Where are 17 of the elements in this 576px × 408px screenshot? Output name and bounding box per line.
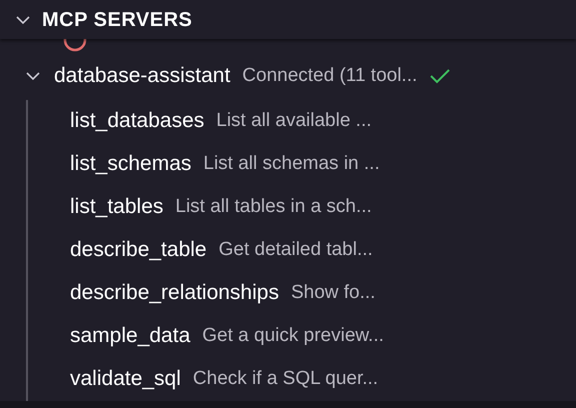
tool-description: Show fo...: [290, 280, 376, 305]
tool-name[interactable]: list_schemas: [70, 148, 192, 180]
tool-description: List all schemas in ...: [203, 152, 380, 176]
tool-name[interactable]: describe_table: [70, 234, 207, 266]
tool-name[interactable]: list_tables: [70, 191, 164, 223]
server-status: Connected (11 tool...: [242, 64, 418, 88]
tool-description: List all available ...: [216, 108, 372, 133]
tool-description: List all tables in a sch...: [175, 194, 372, 219]
tool-description: Get detailed tabl...: [218, 238, 373, 262]
tool-name[interactable]: describe_relationships: [70, 277, 279, 309]
tool-name[interactable]: list_databases: [70, 105, 204, 137]
tool-description: Check if a SQL quer...: [192, 366, 378, 391]
server-name[interactable]: database-assistant: [54, 60, 230, 92]
tool-name[interactable]: sample_data: [70, 320, 190, 352]
section-title[interactable]: MCP SERVERS: [42, 4, 192, 35]
tool-description: Get a quick preview...: [202, 324, 384, 348]
tool-name[interactable]: validate_sql: [70, 363, 181, 395]
